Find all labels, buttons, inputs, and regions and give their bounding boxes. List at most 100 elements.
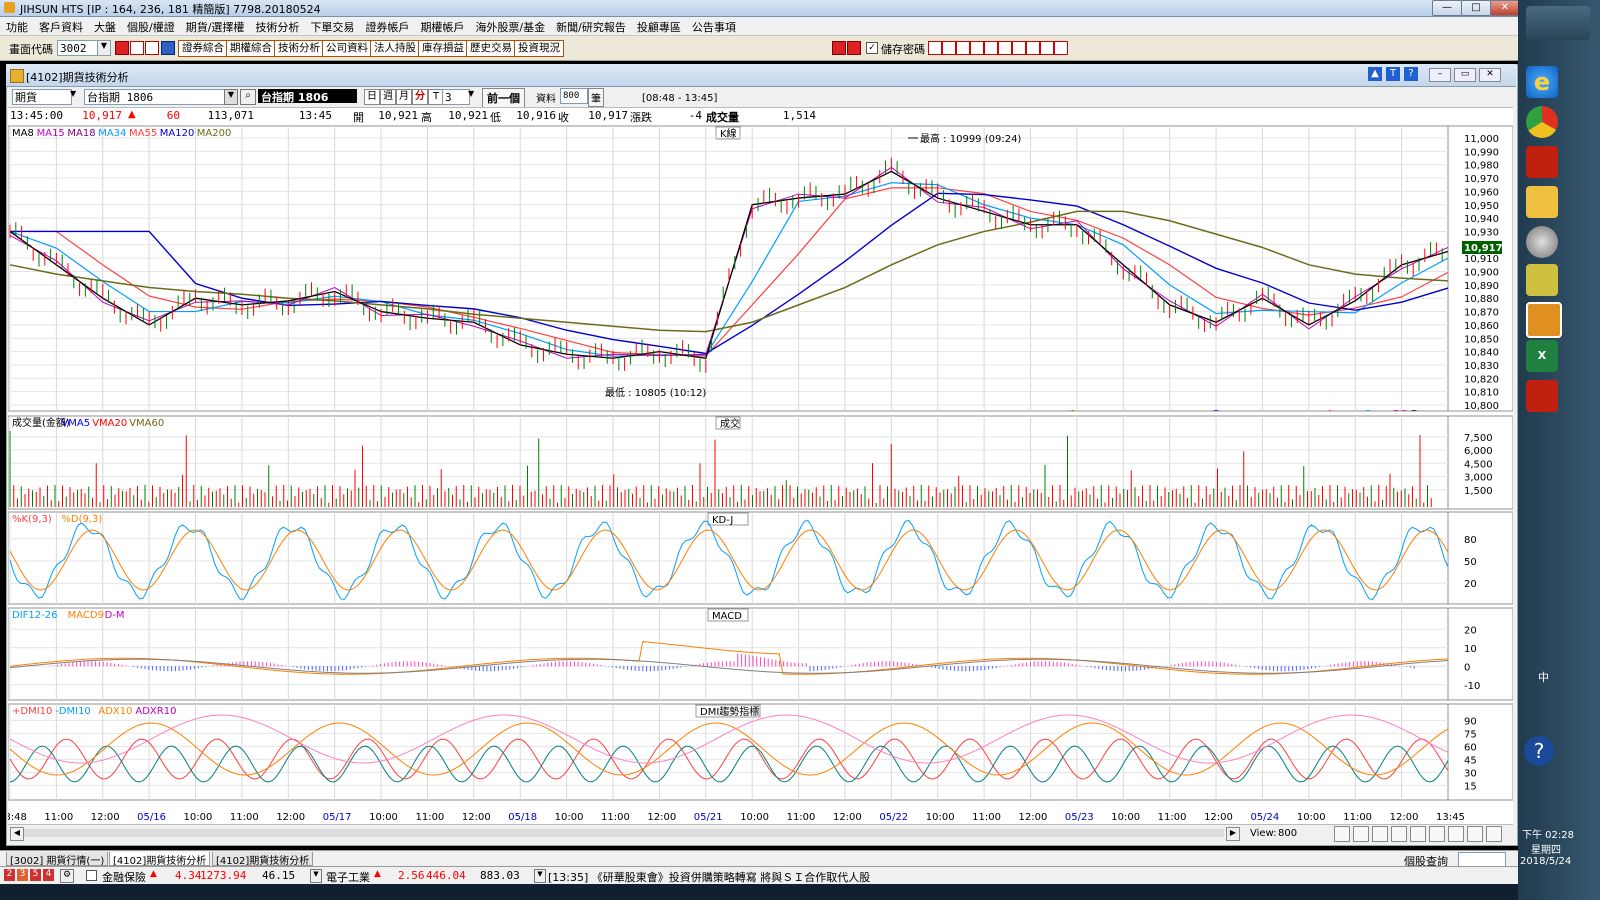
menu-item-8[interactable]: 期權帳戶 [414,17,469,35]
view-tool-icon-7[interactable] [1467,826,1483,842]
scroll-right-button[interactable]: ▶ [1226,827,1240,841]
home-app-icon[interactable] [1526,146,1558,178]
menu-item-2[interactable]: 大盤 [88,17,121,35]
menu-item-10[interactable]: 新聞/研究報告 [550,17,631,35]
toolbar-tool-icon-6[interactable] [1012,41,1026,55]
ticker-dropdown-2[interactable]: ▼ [534,869,546,883]
menu-item-0[interactable]: 功能 [0,17,33,35]
add-icon[interactable] [832,41,846,55]
stock-query-input[interactable] [1458,852,1506,867]
maximize-button[interactable]: □ [1461,0,1491,16]
period-button-3[interactable]: 分 [412,89,428,105]
view-tool-icon-6[interactable] [1448,826,1464,842]
view-tool-icon-1[interactable] [1353,826,1369,842]
menu-item-6[interactable]: 下單交易 [304,17,359,35]
shortcut-button-7[interactable]: 投資現況 [514,40,564,57]
window-tab-1[interactable]: [4102]期貨技術分析 [109,852,211,867]
excel-icon[interactable]: X [1526,340,1558,372]
screen-code-input[interactable] [57,40,99,56]
view-tool-icon-0[interactable] [1334,826,1350,842]
toolbar-tool-icon-2[interactable] [956,41,970,55]
menu-item-11[interactable]: 投顧專區 [631,17,686,35]
menu-item-4[interactable]: 期貨/選擇權 [180,17,250,35]
shortcut-button-2[interactable]: 技術分析 [274,40,324,57]
toolbar-tool-icon-3[interactable] [970,41,984,55]
period-button-0[interactable]: 日 [364,89,380,105]
help-icon[interactable]: ? [1404,67,1418,81]
data-count-input[interactable] [560,88,588,104]
ticker-num-1[interactable]: 2 [4,869,15,881]
symbol-input[interactable] [84,89,226,105]
period-button-2[interactable]: 月 [396,89,412,105]
ticker-settings-icon[interactable]: ⚙ [60,869,74,883]
shortcut-button-0[interactable]: 證券綜合 [178,40,228,57]
window-tab-0[interactable]: [3002] 期貨行情(一) [6,852,109,867]
menu-item-12[interactable]: 公告事項 [686,17,741,35]
shortcut-button-3[interactable]: 公司資料 [322,40,372,57]
trend-icon[interactable]: ▲ [1368,67,1382,81]
jihsun-app-icon[interactable] [1526,302,1562,338]
data-unit-button[interactable]: 筆 [588,88,604,107]
view-tool-icon-5[interactable] [1429,826,1445,842]
remove-icon[interactable] [847,41,861,55]
window-icon[interactable] [130,41,144,55]
type-dropdown-icon[interactable]: ▼ [70,89,80,103]
period-button-1[interactable]: 週 [380,89,396,105]
shortcut-button-1[interactable]: 期權綜合 [226,40,276,57]
toolbar-tool-icon-1[interactable] [942,41,956,55]
ticker-checkbox[interactable] [86,870,97,881]
instrument-type-select[interactable] [12,89,72,105]
scroll-left-button[interactable]: ◀ [10,827,24,841]
notes-app-icon[interactable] [1526,264,1558,296]
menu-item-5[interactable]: 技術分析 [249,17,304,35]
technical-chart[interactable]: MA8 MA15 MA18 MA34 MA55 MA120 MA200 K線成交量(金額)VM… [8,124,1513,832]
menu-item-3[interactable]: 個股/權證 [121,17,180,35]
toolbar-tool-icon-8[interactable] [1040,41,1054,55]
ime-indicator[interactable]: 中 [1538,669,1549,685]
ticker-num-3[interactable]: 5 [30,869,41,881]
ticker-dropdown-1[interactable]: ▼ [310,869,322,883]
toolbar-tool-icon-5[interactable] [998,41,1012,55]
close-button[interactable]: ✕ [1490,0,1520,16]
view-tool-icon-2[interactable] [1372,826,1388,842]
home-app2-icon[interactable] [1526,380,1558,412]
toolbar-tool-icon-4[interactable] [984,41,998,55]
shortcut-button-5[interactable]: 庫存損益 [418,40,468,57]
view-tool-icon-8[interactable] [1486,826,1502,842]
save-password-checkbox[interactable]: ✓ [866,42,878,54]
symbol-dropdown-icon[interactable]: ▼ [224,89,238,105]
menu-item-7[interactable]: 證券帳戶 [359,17,414,35]
folder-icon[interactable] [1526,186,1558,218]
code-dropdown-icon[interactable]: ▼ [97,40,111,56]
inner-minimize-button[interactable]: – [1429,68,1451,82]
window-tab-2[interactable]: [4102]期貨技術分析 [212,852,314,867]
text-tool-icon[interactable]: T [1386,67,1400,81]
inner-restore-button[interactable]: ▭ [1454,68,1476,82]
help-center-icon[interactable]: ? [1524,736,1554,766]
view-tool-icon-3[interactable] [1391,826,1407,842]
ticker-num-2[interactable]: 3 [17,869,28,881]
interval-dropdown-icon[interactable]: ▼ [468,89,474,98]
chrome-icon[interactable] [1526,106,1558,138]
view-tool-icon-4[interactable] [1410,826,1426,842]
interval-input[interactable] [442,89,470,105]
ie-icon[interactable]: e [1526,66,1558,98]
toolbar-tool-icon-0[interactable] [928,41,942,55]
horizontal-scrollbar[interactable] [24,829,1224,837]
query-icon[interactable] [115,41,129,55]
browser-app-icon[interactable] [1526,226,1558,258]
inner-close-button[interactable]: ✕ [1479,68,1501,82]
menu-item-9[interactable]: 海外股票/基金 [469,17,550,35]
clock-time[interactable]: 下午 02:28 [1522,826,1574,841]
print-icon[interactable] [145,41,159,55]
minimize-button[interactable]: — [1432,0,1462,16]
toolbar-tool-icon-9[interactable] [1054,41,1068,55]
prev-button[interactable]: 前一個 [482,88,525,108]
ticker-news[interactable]: [13:35] 《研華股東會》投資併購策略轉寫 將與ＳＩ合作取代人股 [548,869,870,885]
ticker-num-4[interactable]: 4 [43,869,54,881]
shortcut-button-4[interactable]: 法人持股 [370,40,420,57]
toolbar-tool-icon-7[interactable] [1026,41,1040,55]
search-icon[interactable]: ⌕ [240,89,256,105]
tile-icon[interactable] [161,41,175,55]
menu-item-1[interactable]: 客戶資料 [33,17,88,35]
